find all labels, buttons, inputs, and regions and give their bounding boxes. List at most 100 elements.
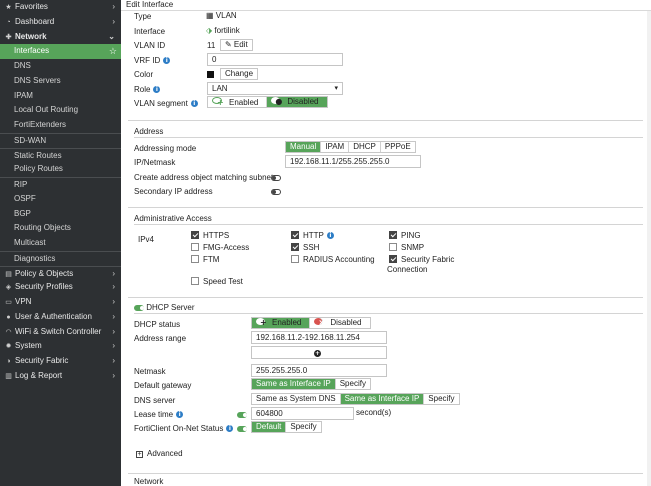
addressing-mode-selector[interactable]: Manual IPAM DHCP PPPoE	[285, 141, 416, 153]
sidebar-item-security-profiles[interactable]: ◈ Security Profiles ›	[0, 280, 121, 295]
lease-time-input[interactable]: 604800	[251, 407, 354, 420]
sidebar-item-user-authentication[interactable]: ● User & Authentication ›	[0, 310, 121, 325]
sidebar-item-ospf[interactable]: OSPF	[0, 192, 121, 207]
sidebar-item-dns-servers[interactable]: DNS Servers	[0, 74, 121, 89]
forticlient-status-selector[interactable]: Default Specify	[251, 421, 322, 433]
sidebar-item-diagnostics[interactable]: Diagnostics	[0, 250, 121, 266]
type-value: ▦ VLAN	[206, 11, 237, 20]
ssh-checkbox[interactable]: SSH	[291, 243, 319, 252]
lease-time-toggle[interactable]	[237, 410, 247, 419]
vrf-id-label: VRF ID i	[134, 56, 171, 65]
shield-icon: ◈	[5, 284, 12, 292]
https-checkbox[interactable]: HTTPS	[191, 231, 229, 240]
sidebar-item-routing-objects[interactable]: Routing Objects	[0, 221, 121, 236]
color-change-button[interactable]: Change	[220, 68, 259, 80]
sidebar-item-log-report[interactable]: ▥ Log & Report ›	[0, 369, 121, 384]
vlan-segment-enabled[interactable]: + Enabled	[208, 97, 268, 107]
sidebar-item-label: Diagnostics	[14, 253, 56, 263]
sidebar-item-multicast[interactable]: Multicast	[0, 236, 121, 251]
ip-netmask-input[interactable]: 192.168.11.1/255.255.255.0	[285, 155, 421, 168]
sidebar-item-label: WiFi & Switch Controller	[15, 326, 102, 336]
favorite-star-icon[interactable]: ☆	[109, 44, 117, 59]
vlan-segment-disabled[interactable]: ● Disabled	[267, 97, 327, 107]
sidebar-item-label: Local Out Routing	[14, 105, 79, 115]
info-icon: i	[176, 411, 184, 418]
netmask-input[interactable]: 255.255.255.0	[251, 364, 387, 377]
addressing-mode-pppoe[interactable]: PPPoE	[381, 142, 415, 152]
sidebar-nav: ★ Favorites › ◔ Dashboard › ✚ Network ⌄ Interface…	[0, 0, 121, 486]
section-divider	[134, 224, 643, 225]
sidebar-item-local-out-routing[interactable]: Local Out Routing	[0, 103, 121, 118]
sidebar-item-sd-wan[interactable]: SD-WAN	[0, 132, 121, 148]
sidebar-item-dashboard[interactable]: ◔ Dashboard ›	[0, 15, 121, 30]
edit-vlan-id-button[interactable]: ✎ Edit	[220, 39, 253, 51]
section-divider	[134, 313, 643, 314]
create-address-object-toggle[interactable]	[271, 173, 281, 182]
dhcp-status-label: DHCP status	[134, 320, 181, 329]
forticlient-specify[interactable]: Specify	[286, 422, 320, 432]
speed-test-checkbox[interactable]: Speed Test	[191, 277, 243, 286]
address-range-input[interactable]: 192.168.11.2-192.168.11.254	[251, 331, 387, 344]
sidebar-item-ipam[interactable]: IPAM	[0, 89, 121, 104]
forticlient-default[interactable]: Default	[252, 422, 287, 432]
sidebar-item-system[interactable]: ✹ System ›	[0, 339, 121, 354]
secondary-ip-toggle[interactable]	[271, 187, 281, 196]
gateway-same-as-interface[interactable]: Same as Interface IP	[252, 379, 336, 389]
vrf-id-input[interactable]: 0	[207, 53, 343, 66]
addressing-mode-ipam[interactable]: IPAM	[321, 142, 350, 152]
dns-same-as-interface[interactable]: Same as Interface IP	[340, 394, 425, 404]
dns-server-selector[interactable]: Same as System DNS Same as Interface IP …	[251, 393, 460, 405]
chevron-down-icon: ⌄	[108, 31, 115, 41]
sidebar-item-security-fabric[interactable]: ◑ Security Fabric ›	[0, 354, 121, 369]
color-label: Color	[134, 70, 154, 79]
security-fabric-label-line2: Connection	[387, 265, 428, 274]
sidebar-item-fortiextenders[interactable]: FortiExtenders	[0, 118, 121, 133]
sidebar-item-policy-routes[interactable]: Policy Routes	[0, 162, 121, 177]
dhcp-server-toggle[interactable]	[134, 305, 144, 311]
chevron-right-icon: ›	[112, 370, 115, 380]
gateway-specify[interactable]: Specify	[336, 379, 370, 389]
info-icon: i	[190, 100, 198, 107]
security-fabric-checkbox[interactable]: Security Fabric	[389, 255, 454, 264]
sidebar-item-label: BGP	[14, 208, 31, 218]
forticlient-status-toggle[interactable]	[237, 424, 247, 433]
fmg-access-checkbox[interactable]: FMG-Access	[191, 243, 249, 252]
addressing-mode-dhcp[interactable]: DHCP	[349, 142, 381, 152]
advanced-toggle[interactable]: + Advanced	[136, 449, 183, 458]
snmp-checkbox[interactable]: SNMP	[389, 243, 424, 252]
addressing-mode-manual[interactable]: Manual	[286, 142, 322, 152]
dhcp-status-disabled[interactable]: × Disabled	[310, 318, 369, 328]
sidebar-item-label: FortiExtenders	[14, 120, 67, 129]
sidebar-item-rip[interactable]: RIP	[0, 177, 121, 192]
sidebar-item-label: Interfaces	[14, 46, 50, 56]
admin-access-section-title: Administrative Access	[134, 214, 212, 223]
http-checkbox[interactable]: HTTP i	[291, 231, 334, 240]
role-select[interactable]: LAN ▾	[207, 82, 343, 95]
sidebar-item-interfaces[interactable]: Interfaces ☆	[0, 44, 121, 59]
add-range-button[interactable]: +	[251, 346, 387, 359]
ping-checkbox[interactable]: PING	[389, 231, 421, 240]
dhcp-status-toggle[interactable]: + Enabled × Disabled	[251, 317, 371, 329]
vlan-segment-toggle[interactable]: + Enabled ● Disabled	[207, 96, 328, 108]
dns-specify[interactable]: Specify	[424, 394, 458, 404]
sidebar-item-vpn[interactable]: ▭ VPN ›	[0, 295, 121, 310]
sidebar-item-bgp[interactable]: BGP	[0, 207, 121, 222]
sidebar-item-label: Static Routes	[14, 150, 62, 160]
page-title: Edit Interface	[121, 0, 651, 11]
sidebar-item-dns[interactable]: DNS	[0, 59, 121, 74]
ftm-checkbox[interactable]: FTM	[191, 255, 219, 264]
radius-accounting-checkbox[interactable]: RADIUS Accounting	[291, 255, 375, 264]
addressing-mode-label: Addressing mode	[134, 144, 197, 153]
sidebar-item-favorites[interactable]: ★ Favorites ›	[0, 0, 121, 15]
default-gateway-selector[interactable]: Same as Interface IP Specify	[251, 378, 371, 390]
role-label: Role i	[134, 85, 161, 94]
user-icon: ●	[6, 313, 11, 321]
sidebar-item-policy-objects[interactable]: ▤ Policy & Objects ›	[0, 265, 121, 281]
interface-value: ⬗ fortilink	[206, 26, 240, 35]
sidebar-item-network[interactable]: ✚ Network ⌄	[0, 30, 121, 45]
sidebar-item-static-routes[interactable]: Static Routes	[0, 147, 121, 163]
scrollbar[interactable]	[647, 11, 651, 486]
sidebar-item-wifi-switch-controller[interactable]: ◠ WiFi & Switch Controller ›	[0, 325, 121, 340]
dhcp-status-enabled[interactable]: + Enabled	[252, 318, 311, 328]
dns-same-as-system[interactable]: Same as System DNS	[252, 394, 341, 404]
